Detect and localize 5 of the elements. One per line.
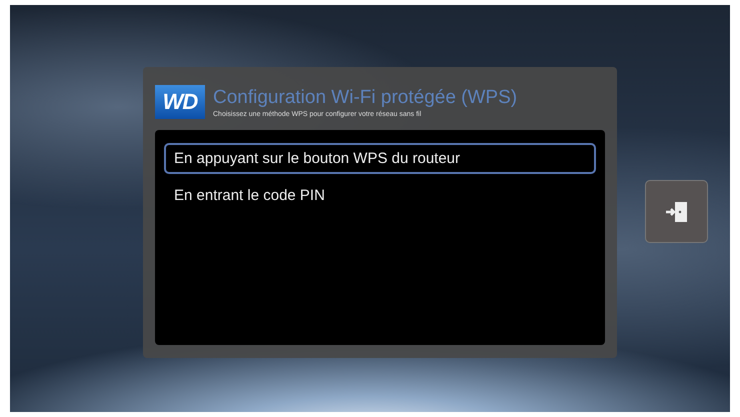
dialog-title: Configuration Wi-Fi protégée (WPS) xyxy=(213,86,518,108)
exit-button[interactable] xyxy=(645,180,708,243)
menu-option[interactable]: En appuyant sur le bouton WPS du routeur xyxy=(164,143,596,174)
logo: WD xyxy=(155,85,205,119)
menu-option[interactable]: En entrant le code PIN xyxy=(164,180,596,211)
